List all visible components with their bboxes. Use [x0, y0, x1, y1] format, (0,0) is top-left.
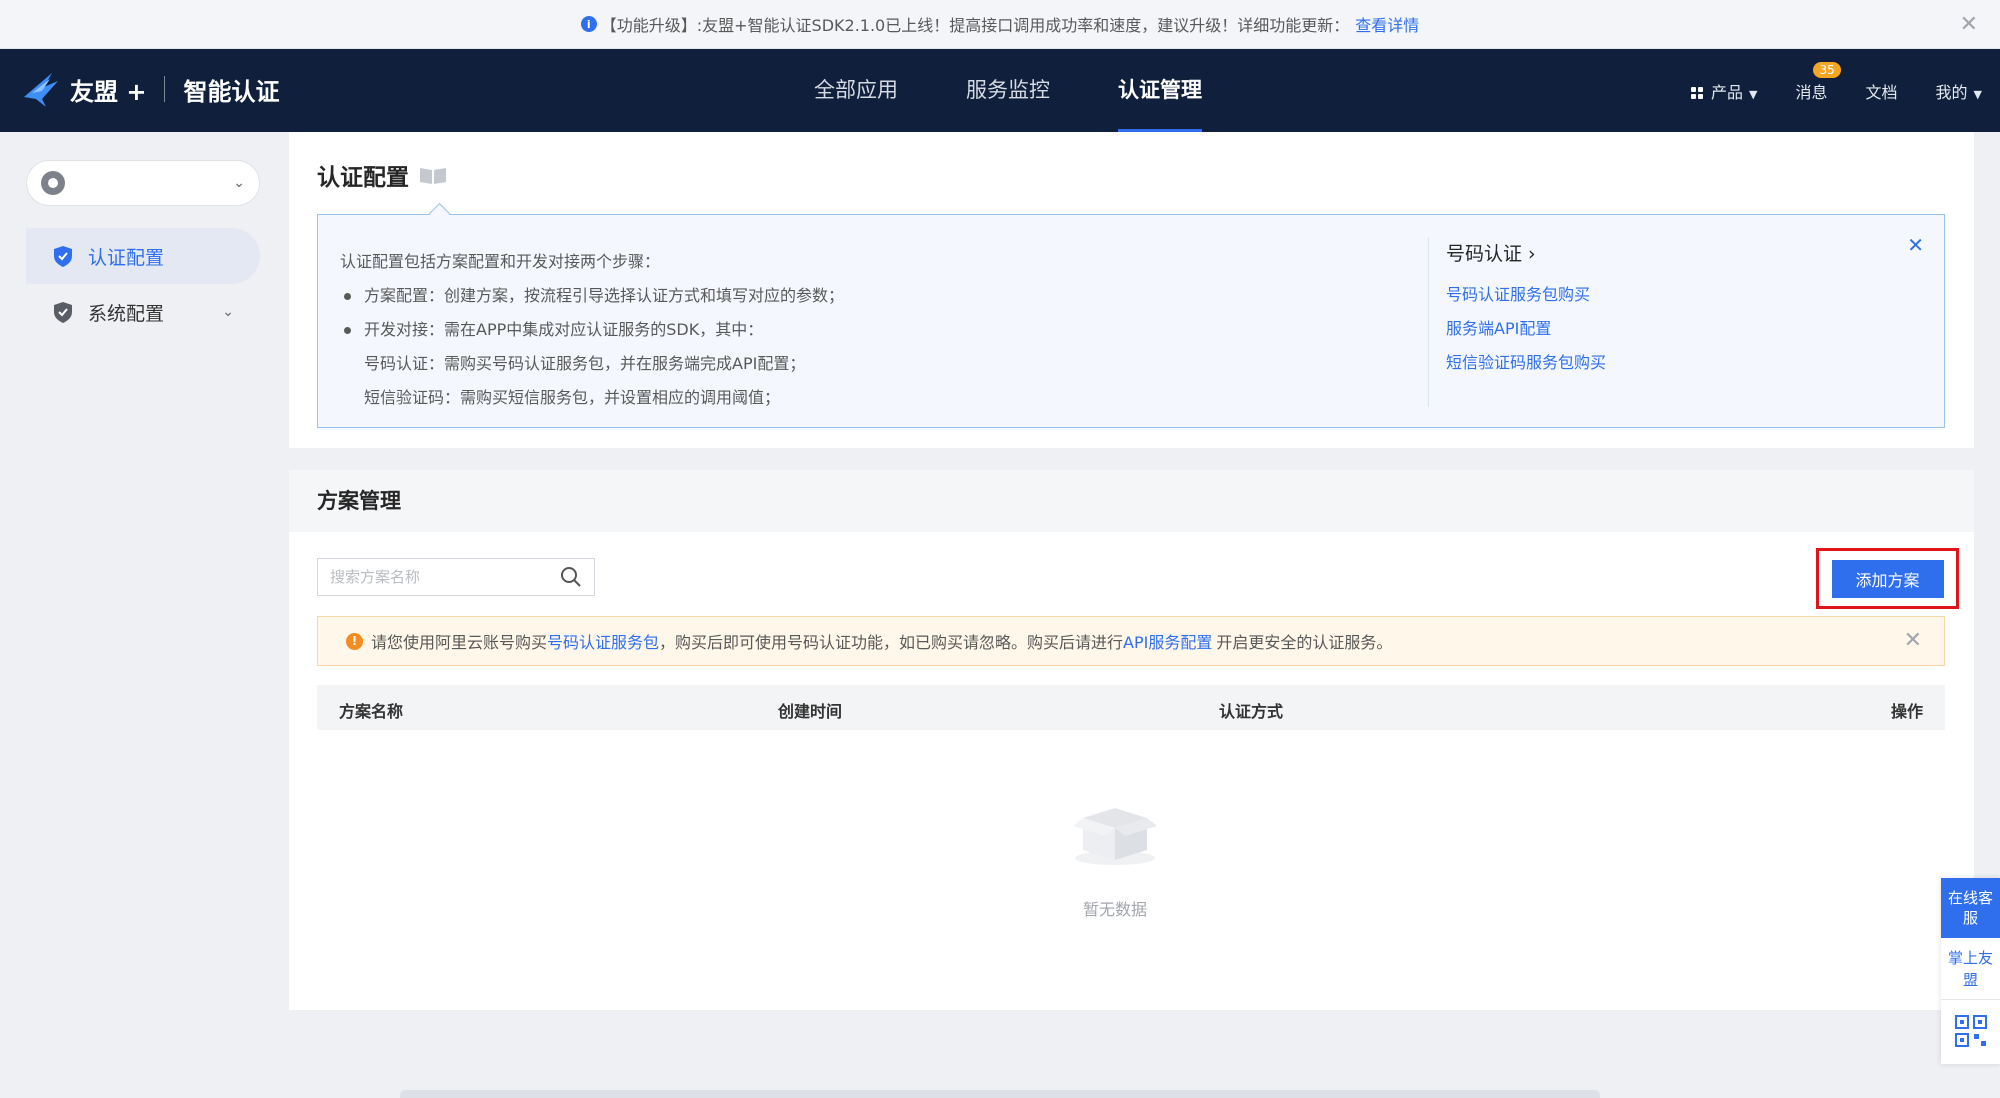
app-selector[interactable]: ⌄: [26, 160, 260, 206]
book-icon[interactable]: [419, 166, 447, 184]
purchase-warning: ! 请您使用阿里云账号购买 号码认证服务包 ，购买后即可使用号码认证功能，如已购…: [317, 616, 1945, 666]
docs-link[interactable]: 文档: [1866, 79, 1898, 103]
products-menu[interactable]: 产品 ▼: [1691, 79, 1757, 103]
config-guide-text: 认证配置包括方案配置和开发对接两个步骤： 方案配置：创建方案，按流程引导选择认证…: [340, 245, 844, 415]
add-plan-button[interactable]: 添加方案: [1831, 559, 1944, 598]
chevron-down-icon: ⌄: [233, 175, 245, 191]
plan-management-card: 方案管理 添加方案 ! 请您使用阿里云账号购买 号码认证服务包 ，购买后即可使用…: [289, 470, 1974, 1010]
warning-icon: !: [346, 632, 363, 650]
plan-search: [317, 558, 595, 596]
announcement-bar: i 【功能升级】: 友盟+智能认证SDK2.1.0已上线！提高接口调用成功率和速…: [0, 0, 2000, 49]
nav-all-apps[interactable]: 全部应用: [780, 49, 932, 132]
online-service-button[interactable]: 在线客服: [1941, 878, 2000, 938]
config-intro: 认证配置包括方案配置和开发对接两个步骤：: [340, 252, 661, 271]
section-title: 方案管理: [289, 470, 1974, 532]
warning-text: 开启更安全的认证服务。: [1216, 633, 1393, 652]
my-menu[interactable]: 我的 ▼: [1936, 79, 1982, 103]
config-bullet: 方案配置：创建方案，按流程引导选择认证方式和填写对应的参数；: [340, 279, 844, 313]
config-sub-item: 号码认证：需购买号码认证服务包，并在服务端完成API配置；: [364, 354, 806, 373]
auth-config-card: 认证配置 认证配置包括方案配置和开发对接两个步骤： 方案配置：创建方案，按流程引…: [289, 132, 1974, 448]
close-icon[interactable]: ✕: [1907, 233, 1924, 257]
quick-link[interactable]: 短信验证码服务包购买: [1446, 346, 1606, 380]
qr-code-icon[interactable]: [1941, 1000, 2000, 1062]
products-label: 产品: [1711, 82, 1744, 102]
page-title: 认证配置: [317, 158, 447, 192]
info-icon: i: [580, 16, 597, 32]
search-input[interactable]: [330, 568, 540, 586]
config-guide-box: 认证配置包括方案配置和开发对接两个步骤： 方案配置：创建方案，按流程引导选择认证…: [317, 214, 1945, 428]
product-name: 智能认证: [183, 77, 280, 106]
empty-text: 暂无数据: [1082, 900, 1147, 919]
quick-link[interactable]: 服务端API配置: [1446, 312, 1606, 346]
shield-icon: [54, 245, 72, 267]
close-icon[interactable]: ✕: [1960, 12, 1978, 37]
buy-package-link[interactable]: 号码认证服务包: [547, 629, 659, 653]
my-label: 我的: [1935, 82, 1968, 102]
caret-down-icon: ▼: [1749, 87, 1758, 101]
sidebar-item-system-config[interactable]: 系统配置 ⌄: [26, 284, 260, 340]
quick-link[interactable]: 号码认证服务包购买: [1446, 278, 1606, 312]
sidebar-item-label: 认证配置: [88, 246, 165, 269]
umeng-bird-icon: [24, 73, 58, 107]
column-header-auth-method: 认证方式: [1219, 702, 1284, 721]
floating-service-panel: 在线客服 掌上友盟: [1941, 878, 2000, 1064]
top-navbar: 友盟 + 智能认证 全部应用 服务监控 认证管理 产品 ▼ 消息 35 文档 我的…: [0, 49, 2000, 132]
config-bullet: 开发对接：需在APP中集成对应认证服务的SDK，其中：: [340, 313, 844, 347]
close-icon[interactable]: ✕: [1904, 628, 1922, 653]
messages-link[interactable]: 消息 35: [1795, 61, 1841, 103]
main-nav: 全部应用 服务监控 认证管理: [780, 49, 1236, 132]
warning-text: 请您使用阿里云账号购买: [371, 633, 548, 652]
vertical-divider: [1428, 237, 1429, 407]
table-header: 方案名称 创建时间 认证方式 操作: [317, 685, 1945, 730]
grid-icon: [1691, 87, 1703, 99]
nav-auth-management[interactable]: 认证管理: [1084, 49, 1236, 132]
shield-icon: [54, 301, 72, 323]
number-auth-link[interactable]: 号码认证 ›: [1446, 239, 1606, 266]
announcement-tag: 【功能升级】:: [600, 16, 703, 35]
nav-service-monitor[interactable]: 服务监控: [932, 49, 1084, 132]
chevron-down-icon: ⌄: [222, 304, 234, 320]
message-count-badge: 35: [1813, 61, 1841, 78]
page-title-text: 认证配置: [317, 165, 409, 191]
sidebar-item-label: 系统配置: [88, 302, 165, 325]
sidebar-item-auth-config[interactable]: 认证配置: [26, 228, 260, 284]
brand-name: 友盟 +: [70, 77, 147, 106]
quick-links: 号码认证 › 号码认证服务包购买 服务端API配置 短信验证码服务包购买: [1446, 239, 1606, 380]
empty-box-icon: [1073, 808, 1157, 865]
warning-text: ，购买后即可使用号码认证功能，如已购买请忽略。购买后请进行: [659, 633, 1124, 652]
column-header-actions: 操作: [1890, 702, 1923, 721]
config-sub-item: 短信验证码：需购买短信服务包，并设置相应的调用阈值；: [364, 388, 781, 407]
empty-state: 暂无数据: [1069, 796, 1161, 920]
api-config-link[interactable]: API服务配置: [1123, 629, 1212, 653]
caret-down-icon: ▼: [1973, 87, 1982, 101]
app-platform-icon: [41, 171, 65, 195]
search-icon[interactable]: [560, 566, 582, 588]
view-details-link[interactable]: 查看详情: [1355, 12, 1419, 36]
messages-label: 消息: [1795, 82, 1828, 102]
right-nav: 产品 ▼ 消息 35 文档 我的 ▼: [1691, 49, 1982, 132]
bottom-shadow: [400, 1090, 1600, 1098]
column-header-created: 创建时间: [778, 702, 843, 721]
qr-code-icon-svg: [1954, 1015, 1987, 1047]
column-header-name: 方案名称: [339, 702, 404, 721]
announcement-text: 友盟+智能认证SDK2.1.0已上线！提高接口调用成功率和速度，建议升级！详细功…: [702, 16, 1350, 35]
mobile-umeng-button[interactable]: 掌上友盟: [1941, 938, 2000, 1000]
add-button-highlight: 添加方案: [1816, 548, 1959, 609]
brand-divider: [164, 76, 166, 102]
brand-logo[interactable]: 友盟 + 智能认证: [22, 69, 279, 109]
